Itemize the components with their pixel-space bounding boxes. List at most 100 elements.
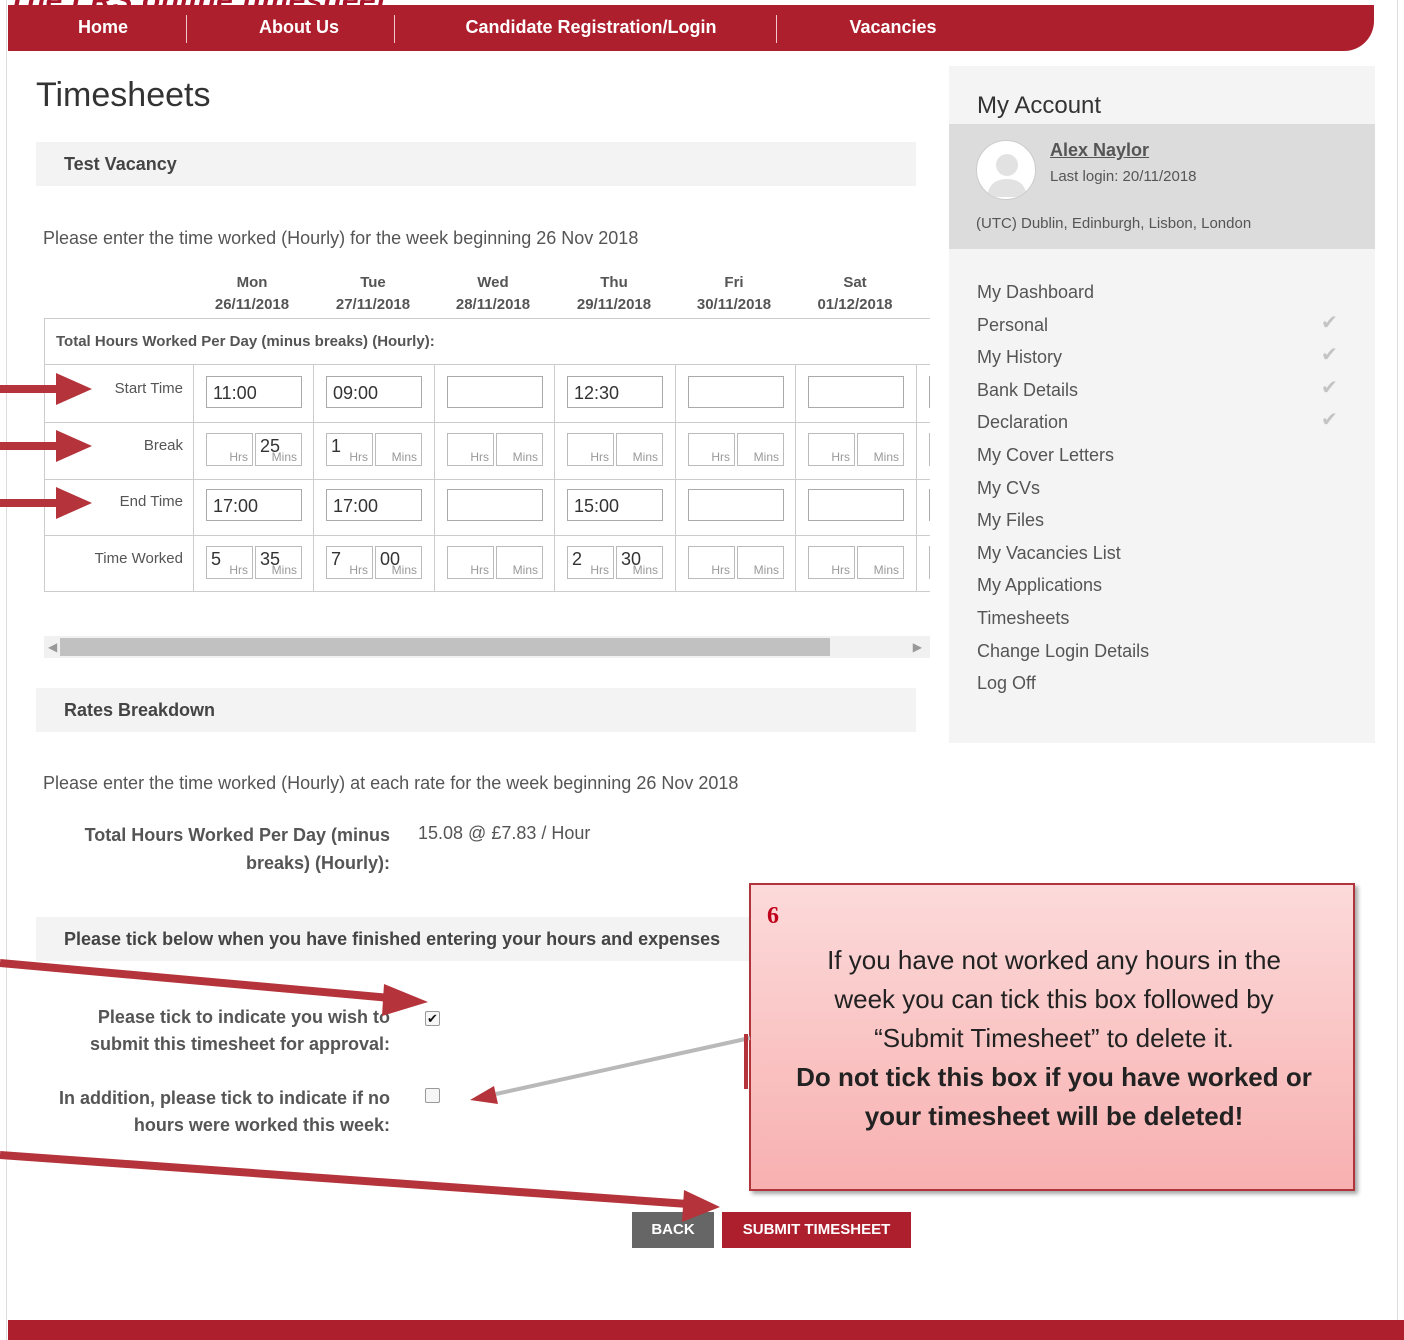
page-footer xyxy=(8,1320,1404,1340)
break-input-tue: 1 Hrs Mins xyxy=(326,433,422,466)
break-hrs-input[interactable]: Hrs xyxy=(567,433,614,466)
no-hours-checkbox[interactable] xyxy=(425,1088,440,1103)
sidebar-item-files[interactable]: My Files xyxy=(977,510,1044,531)
sidebar-item-bank-details[interactable]: Bank Details xyxy=(977,380,1078,401)
worked-hrs-field[interactable] xyxy=(929,546,930,579)
time-worked-wed: Hrs Mins xyxy=(447,546,543,579)
no-hours-label: In addition, please tick to indicate if … xyxy=(58,1088,390,1135)
break-input-mon: Hrs 25 Mins xyxy=(206,433,302,466)
day-header-tue: Tue 27/11/2018 xyxy=(335,274,411,313)
grid-divider xyxy=(45,479,930,480)
worked-mins-field[interactable]: Mins xyxy=(496,546,543,579)
break-mins-input[interactable]: Mins xyxy=(496,433,543,466)
break-hrs-input[interactable]: Hrs xyxy=(808,433,855,466)
submit-timesheet-button[interactable]: SUBMIT TIMESHEET xyxy=(722,1212,911,1248)
sidebar-item-log-off[interactable]: Log Off xyxy=(977,673,1036,694)
break-input-sat: Hrs Mins xyxy=(808,433,904,466)
worked-hrs-field[interactable]: Hrs xyxy=(808,546,855,579)
back-button[interactable]: BACK xyxy=(632,1212,714,1248)
time-worked-fri: Hrs Mins xyxy=(688,546,784,579)
end-time-input-sat[interactable] xyxy=(808,489,904,521)
checkmark-icon: ✔ xyxy=(1321,377,1338,399)
sidebar-item-personal[interactable]: Personal xyxy=(977,315,1048,336)
break-input-thu: Hrs Mins xyxy=(567,433,663,466)
break-mins-input[interactable]: Mins xyxy=(616,433,663,466)
scrollbar-thumb[interactable] xyxy=(60,638,830,656)
sidebar-item-timesheets[interactable]: Timesheets xyxy=(977,608,1069,629)
top-navbar: Home About Us Candidate Registration/Log… xyxy=(8,5,1374,51)
timesheet-intro: Please enter the time worked (Hourly) fo… xyxy=(43,228,639,248)
start-time-input-mon[interactable]: 11:00 xyxy=(206,376,302,408)
scroll-right-icon[interactable]: ▶ xyxy=(913,640,922,654)
break-hrs-input[interactable]: Hrs xyxy=(688,433,735,466)
submit-approval-checkbox[interactable]: ✔ xyxy=(425,1011,440,1026)
sidebar-item-dashboard[interactable]: My Dashboard xyxy=(977,282,1094,303)
scroll-left-icon[interactable]: ◀ xyxy=(48,640,57,654)
avatar xyxy=(976,140,1036,200)
worked-mins-field[interactable]: 00 Mins xyxy=(375,546,422,579)
nav-home[interactable]: Home xyxy=(68,11,138,43)
break-hrs-input[interactable]: Hrs xyxy=(206,433,253,466)
end-time-input-sun[interactable] xyxy=(929,489,930,521)
end-time-input-wed[interactable] xyxy=(447,489,543,521)
grid-horizontal-scrollbar[interactable]: ◀ ▶ xyxy=(44,636,930,658)
rates-label: Total Hours Worked Per Day (minus breaks… xyxy=(84,825,390,873)
row-label-time-worked: Time Worked xyxy=(94,550,183,567)
worked-mins-field[interactable]: Mins xyxy=(857,546,904,579)
break-hrs-input[interactable]: 1 Hrs xyxy=(326,433,373,466)
time-worked-tue: 7 Hrs 00 Mins xyxy=(326,546,422,579)
break-hrs-input[interactable] xyxy=(929,433,930,466)
start-time-input-wed[interactable] xyxy=(447,376,543,408)
sidebar-item-change-login[interactable]: Change Login Details xyxy=(977,641,1149,662)
day-header-sat: Sat 01/12/2018 xyxy=(817,274,893,313)
break-input-sun xyxy=(929,433,930,466)
grid-title: Total Hours Worked Per Day (minus breaks… xyxy=(45,319,930,365)
break-hrs-input[interactable]: Hrs xyxy=(447,433,494,466)
break-input-fri: Hrs Mins xyxy=(688,433,784,466)
instruction-callout: 6 If you have not worked any hours in th… xyxy=(749,883,1355,1191)
end-time-input-thu[interactable]: 15:00 xyxy=(567,489,663,521)
sidebar-item-history[interactable]: My History xyxy=(977,347,1062,368)
worked-hrs-field[interactable]: Hrs xyxy=(688,546,735,579)
worked-mins-field[interactable]: 35 Mins xyxy=(255,546,302,579)
sidebar-item-cvs[interactable]: My CVs xyxy=(977,478,1040,499)
nav-about-us[interactable]: About Us xyxy=(244,11,354,43)
end-time-input-fri[interactable] xyxy=(688,489,784,521)
time-worked-sat: Hrs Mins xyxy=(808,546,904,579)
sidebar-item-cover-letters[interactable]: My Cover Letters xyxy=(977,445,1114,466)
rates-breakdown-title: Rates Breakdown xyxy=(36,688,916,732)
time-worked-sun xyxy=(929,546,930,579)
worked-hrs-field[interactable]: 7 Hrs xyxy=(326,546,373,579)
end-time-input-mon[interactable]: 17:00 xyxy=(206,489,302,521)
worked-mins-field[interactable]: Mins xyxy=(737,546,784,579)
nav-divider xyxy=(776,15,777,43)
day-header-wed: Wed 28/11/2018 xyxy=(455,274,531,313)
worked-hrs-field[interactable]: 5 Hrs xyxy=(206,546,253,579)
nav-vacancies[interactable]: Vacancies xyxy=(838,11,948,43)
user-silhouette-icon xyxy=(987,154,1027,197)
worked-mins-field[interactable]: 30 Mins xyxy=(616,546,663,579)
end-time-input-tue[interactable]: 17:00 xyxy=(326,489,422,521)
start-time-input-sat[interactable] xyxy=(808,376,904,408)
checkmark-icon: ✔ xyxy=(1321,409,1338,431)
break-mins-input[interactable]: 25 Mins xyxy=(255,433,302,466)
start-time-input-sun[interactable] xyxy=(929,376,930,408)
start-time-input-tue[interactable]: 09:00 xyxy=(326,376,422,408)
user-name-link[interactable]: Alex Naylor xyxy=(1050,140,1149,161)
sidebar-item-declaration[interactable]: Declaration xyxy=(977,412,1068,433)
rates-intro: Please enter the time worked (Hourly) at… xyxy=(43,773,739,793)
time-worked-mon: 5 Hrs 35 Mins xyxy=(206,546,302,579)
worked-hrs-field[interactable]: 2 Hrs xyxy=(567,546,614,579)
break-mins-input[interactable]: Mins xyxy=(857,433,904,466)
start-time-input-fri[interactable] xyxy=(688,376,784,408)
sidebar-item-applications[interactable]: My Applications xyxy=(977,575,1102,596)
nav-candidate-registration[interactable]: Candidate Registration/Login xyxy=(456,11,726,43)
submit-approval-label: Please tick to indicate you wish to subm… xyxy=(89,1007,390,1054)
worked-hrs-field[interactable]: Hrs xyxy=(447,546,494,579)
break-mins-input[interactable]: Mins xyxy=(737,433,784,466)
grid-divider xyxy=(45,535,930,536)
page-title: Timesheets xyxy=(36,76,211,114)
start-time-input-thu[interactable]: 12:30 xyxy=(567,376,663,408)
sidebar-item-vacancies-list[interactable]: My Vacancies List xyxy=(977,543,1121,564)
break-mins-input[interactable]: Mins xyxy=(375,433,422,466)
